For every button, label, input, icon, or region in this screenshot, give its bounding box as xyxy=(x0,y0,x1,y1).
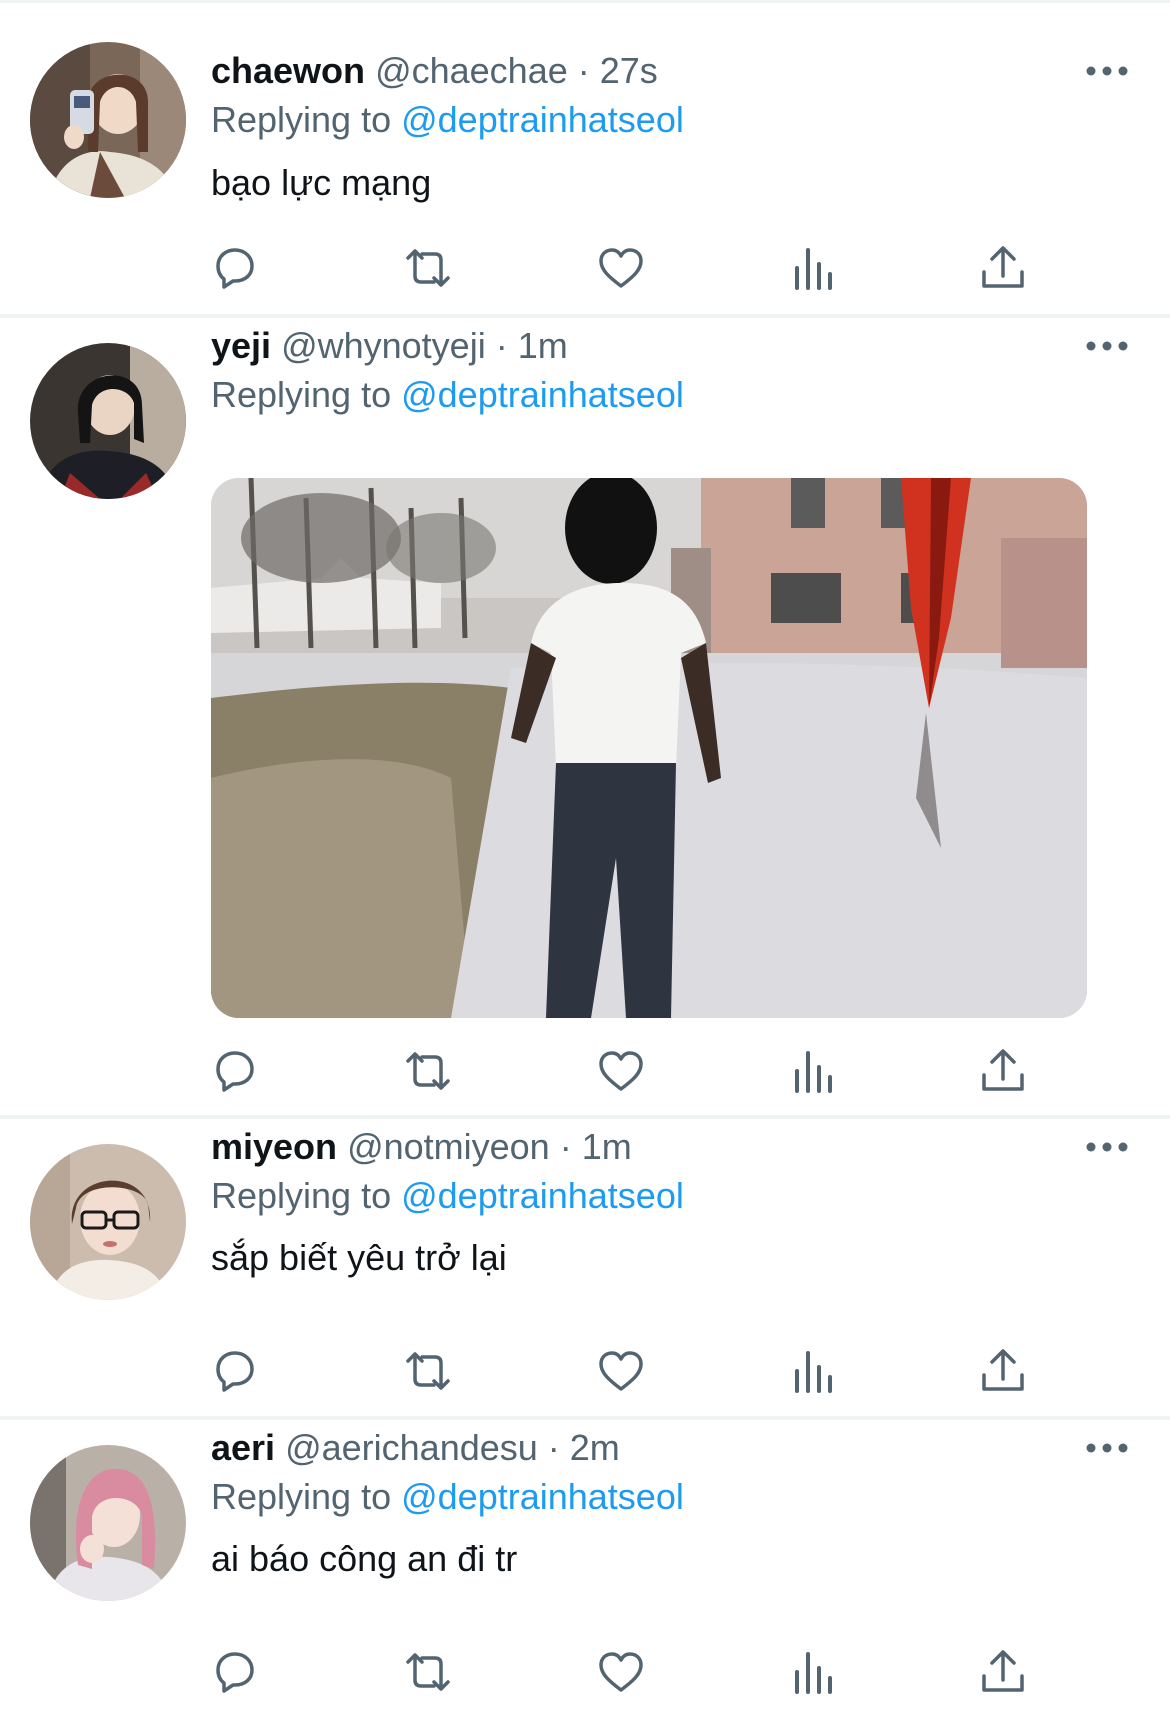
share-button[interactable] xyxy=(975,1644,1031,1700)
share-icon xyxy=(982,1349,1024,1391)
tweet-yeji[interactable]: yeji @whynotyeji · 1m Replying to @deptr… xyxy=(0,318,1170,1115)
views-icon xyxy=(795,1051,832,1093)
retweet-icon xyxy=(406,1052,450,1090)
more-icon[interactable] xyxy=(1085,61,1129,81)
reply-icon xyxy=(216,1652,254,1693)
avatar[interactable] xyxy=(30,343,186,499)
action-bar xyxy=(0,240,1170,296)
reply-button[interactable] xyxy=(207,240,263,296)
timestamp[interactable]: 1m xyxy=(518,325,568,366)
reply-button[interactable] xyxy=(207,1343,263,1399)
replying-prefix: Replying to xyxy=(211,99,402,140)
share-button[interactable] xyxy=(975,1343,1031,1399)
like-icon xyxy=(599,1051,643,1091)
replying-to: Replying to @deptrainhatseol xyxy=(211,97,684,143)
replying-to: Replying to @deptrainhatseol xyxy=(211,1173,684,1219)
separator: · xyxy=(549,1126,582,1167)
tweet-media-image[interactable] xyxy=(211,478,1087,1018)
like-icon xyxy=(599,1351,643,1391)
mention-link[interactable]: @deptrainhatseol xyxy=(401,1175,684,1216)
retweet-icon xyxy=(406,1352,450,1390)
retweet-icon xyxy=(406,1653,450,1691)
reply-icon xyxy=(216,248,254,289)
separator: · xyxy=(537,1427,570,1468)
replying-prefix: Replying to xyxy=(211,1175,402,1216)
display-name[interactable]: yeji xyxy=(211,325,271,366)
timestamp[interactable]: 27s xyxy=(600,50,658,91)
display-name[interactable]: chaewon xyxy=(211,50,365,91)
views-button[interactable] xyxy=(785,1343,841,1399)
like-icon xyxy=(599,1652,643,1692)
handle[interactable]: @aerichandesu xyxy=(285,1427,538,1468)
action-bar xyxy=(0,1644,1170,1700)
views-button[interactable] xyxy=(785,1644,841,1700)
handle[interactable]: @whynotyeji xyxy=(281,325,486,366)
share-icon xyxy=(982,1049,1024,1091)
views-icon xyxy=(795,1351,832,1393)
more-icon[interactable] xyxy=(1085,336,1129,356)
handle[interactable]: @notmiyeon xyxy=(347,1126,550,1167)
handle[interactable]: @chaechae xyxy=(375,50,568,91)
reply-button[interactable] xyxy=(207,1644,263,1700)
retweet-button[interactable] xyxy=(400,240,456,296)
replying-to: Replying to @deptrainhatseol xyxy=(211,372,684,418)
share-icon xyxy=(982,1650,1024,1692)
like-button[interactable] xyxy=(593,240,649,296)
action-bar xyxy=(0,1043,1170,1099)
avatar[interactable] xyxy=(30,1445,186,1601)
share-button[interactable] xyxy=(975,1043,1031,1099)
tweet-text: sắp biết yêu trở lại xyxy=(211,1237,507,1278)
avatar[interactable] xyxy=(30,42,186,198)
tweet-header: aeri @aerichandesu · 2m xyxy=(211,1425,620,1471)
timestamp[interactable]: 2m xyxy=(570,1427,620,1468)
mention-link[interactable]: @deptrainhatseol xyxy=(401,99,684,140)
views-icon xyxy=(795,1652,832,1694)
like-button[interactable] xyxy=(593,1644,649,1700)
mention-link[interactable]: @deptrainhatseol xyxy=(401,374,684,415)
display-name[interactable]: miyeon xyxy=(211,1126,337,1167)
like-icon xyxy=(599,248,643,288)
more-icon[interactable] xyxy=(1085,1438,1129,1458)
tweet-aeri[interactable]: aeri @aerichandesu · 2m Replying to @dep… xyxy=(0,1420,1170,1710)
retweet-button[interactable] xyxy=(400,1043,456,1099)
timestamp[interactable]: 1m xyxy=(582,1126,632,1167)
replying-to: Replying to @deptrainhatseol xyxy=(211,1474,684,1520)
tweet-header: chaewon @chaechae · 27s xyxy=(211,48,658,94)
avatar[interactable] xyxy=(30,1144,186,1300)
media-picture xyxy=(211,478,1087,1018)
action-bar xyxy=(0,1343,1170,1399)
retweet-icon xyxy=(406,249,450,287)
mention-link[interactable]: @deptrainhatseol xyxy=(401,1476,684,1517)
tweet-text: ai báo công an đi tr xyxy=(211,1538,518,1579)
more-icon[interactable] xyxy=(1085,1137,1129,1157)
reply-icon xyxy=(216,1051,254,1092)
replying-prefix: Replying to xyxy=(211,1476,402,1517)
tweet-chaewon[interactable]: chaewon @chaechae · 27s Replying to @dep… xyxy=(0,0,1170,314)
separator: · xyxy=(485,325,518,366)
share-button[interactable] xyxy=(975,240,1031,296)
separator: · xyxy=(567,50,600,91)
reply-button[interactable] xyxy=(207,1043,263,1099)
retweet-button[interactable] xyxy=(400,1343,456,1399)
views-button[interactable] xyxy=(785,240,841,296)
like-button[interactable] xyxy=(593,1343,649,1399)
replying-prefix: Replying to xyxy=(211,374,402,415)
views-button[interactable] xyxy=(785,1043,841,1099)
tweet-header: yeji @whynotyeji · 1m xyxy=(211,323,568,369)
tweet-header: miyeon @notmiyeon · 1m xyxy=(211,1124,632,1170)
retweet-button[interactable] xyxy=(400,1644,456,1700)
display-name[interactable]: aeri xyxy=(211,1427,275,1468)
like-button[interactable] xyxy=(593,1043,649,1099)
share-icon xyxy=(982,246,1024,288)
reply-icon xyxy=(216,1351,254,1392)
views-icon xyxy=(795,248,832,290)
tweet-text: bạo lực mạng xyxy=(211,162,432,203)
tweet-miyeon[interactable]: miyeon @notmiyeon · 1m Replying to @dept… xyxy=(0,1119,1170,1416)
